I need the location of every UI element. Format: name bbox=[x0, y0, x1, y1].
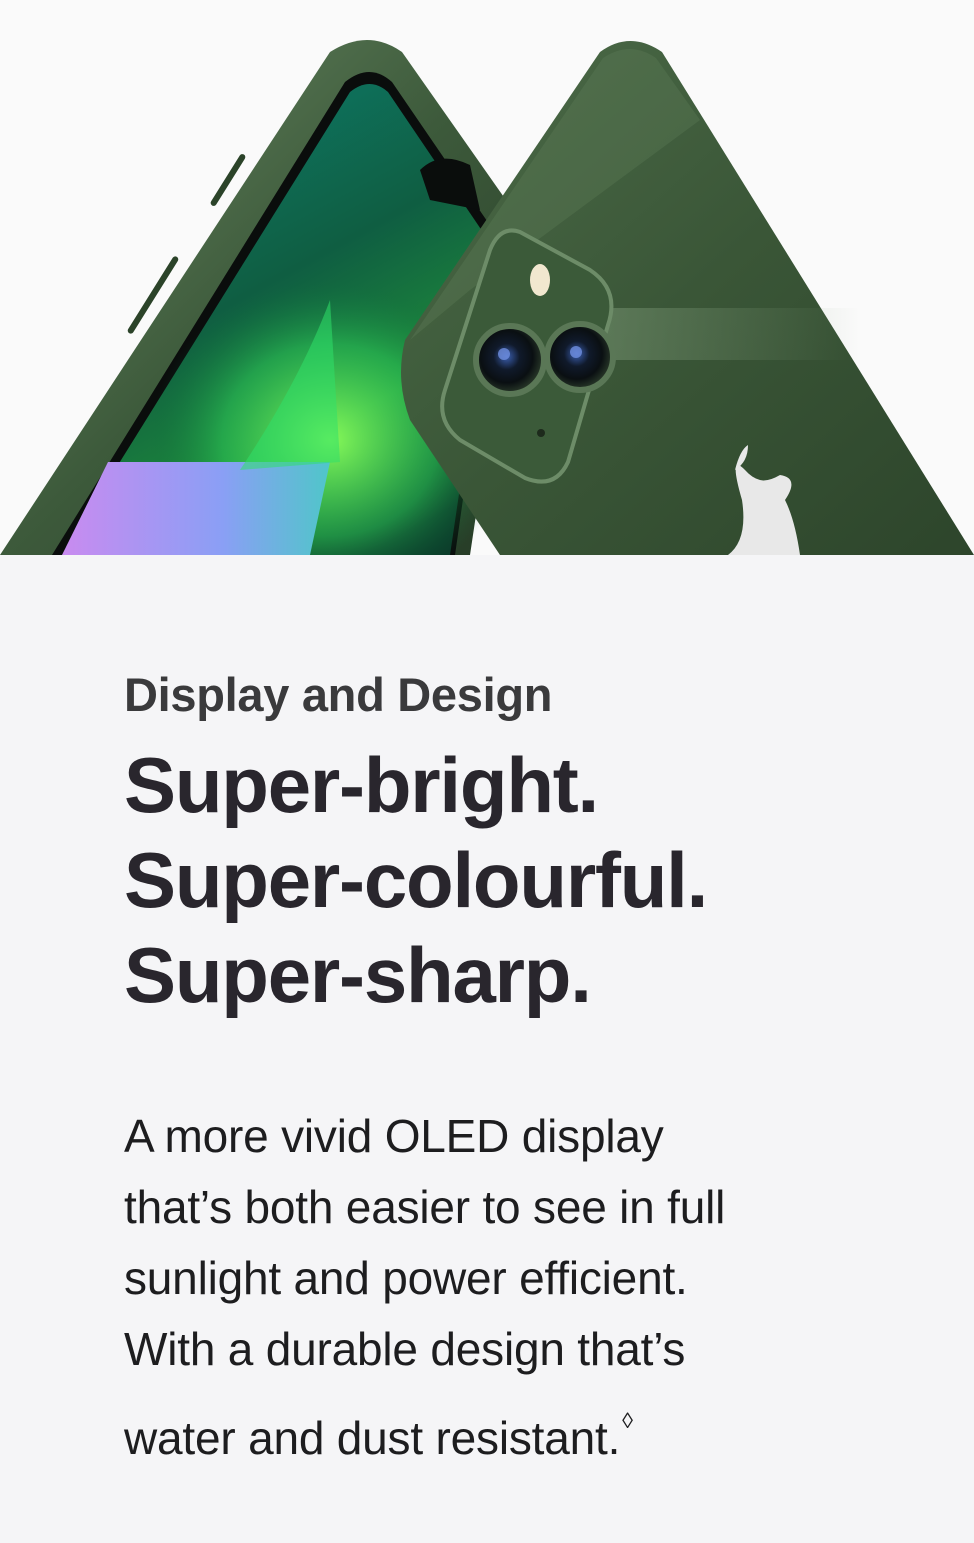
headline-line-2: Super-colourful. bbox=[124, 836, 708, 924]
headline-line-3: Super-sharp. bbox=[124, 931, 592, 1019]
section-eyebrow: Display and Design bbox=[124, 668, 553, 721]
display-design-section: Display and Design Super-bright. Super-c… bbox=[124, 666, 884, 1474]
body-line-4: With a durable design that’s bbox=[124, 1323, 686, 1375]
body-line-3: sunlight and power efficient. bbox=[124, 1252, 688, 1304]
section-body: A more vivid OLED display that’s both ea… bbox=[124, 1101, 824, 1474]
body-line-2: that’s both easier to see in full bbox=[124, 1181, 726, 1233]
headline-line-1: Super-bright. bbox=[124, 741, 599, 829]
body-line-5: water and dust resistant. bbox=[124, 1412, 621, 1464]
footnote-link[interactable]: ◊ bbox=[622, 1408, 633, 1433]
phone-illustration bbox=[0, 40, 974, 555]
hero-image bbox=[0, 0, 974, 555]
phone-back bbox=[401, 41, 974, 555]
section-headline: Super-bright. Super-colourful. Super-sha… bbox=[124, 738, 884, 1023]
body-line-1: A more vivid OLED display bbox=[124, 1110, 664, 1162]
